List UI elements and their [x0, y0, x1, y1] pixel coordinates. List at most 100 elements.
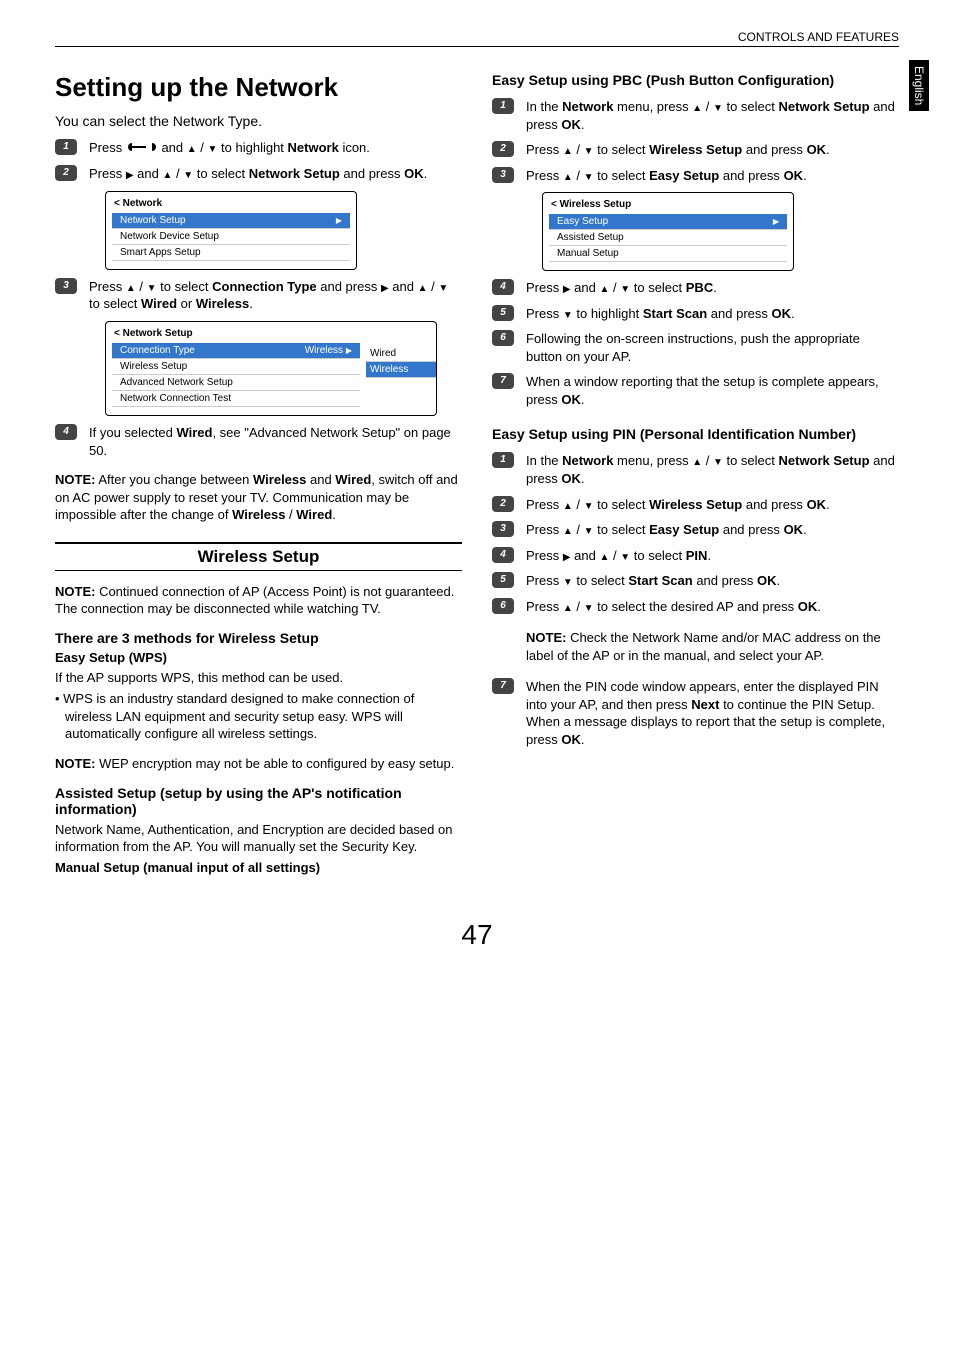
subheading: There are 3 methods for Wireless Setup: [55, 630, 462, 646]
down-arrow-icon: [584, 142, 594, 157]
note-text: NOTE: Continued connection of AP (Access…: [55, 583, 462, 618]
step-text: Following the on-screen instructions, pu…: [526, 330, 899, 365]
menu-row: Assisted Setup: [549, 230, 787, 246]
menu-row: Network Connection Test: [112, 391, 360, 407]
step-badge: 5: [492, 305, 514, 321]
step-text: Press and / to select Network Setup and …: [89, 165, 462, 183]
left-step-3: 3 Press / to select Connection Type and …: [55, 278, 462, 313]
header-section: CONTROLS AND FEATURES: [55, 30, 899, 46]
page-title: Setting up the Network: [55, 72, 462, 103]
step-text: When the PIN code window appears, enter …: [526, 678, 899, 748]
up-arrow-icon: [692, 99, 702, 114]
right-arrow-icon: [126, 166, 134, 181]
menu-option: Wireless: [366, 362, 436, 378]
up-arrow-icon: [563, 497, 573, 512]
up-arrow-icon: [599, 280, 609, 295]
right-step: 7 When a window reporting that the setup…: [492, 373, 899, 408]
right-step: 6 Following the on-screen instructions, …: [492, 330, 899, 365]
up-arrow-icon: [187, 140, 197, 155]
step-badge: 2: [492, 141, 514, 157]
step-badge: 7: [492, 373, 514, 389]
header-divider: [55, 46, 899, 47]
paragraph: If the AP supports WPS, this method can …: [55, 669, 462, 687]
menu-title: < Wireless Setup: [543, 197, 793, 214]
right-column: Easy Setup using PBC (Push Button Config…: [492, 72, 899, 879]
right-arrow-icon: [381, 279, 389, 294]
menu-option: Wired: [366, 346, 436, 362]
menu-row: Easy Setup▶: [549, 214, 787, 230]
step-badge: 1: [55, 139, 77, 155]
page-number: 47: [55, 919, 899, 951]
menu-title: < Network Setup: [106, 326, 366, 343]
menu-row: Network Device Setup: [112, 229, 350, 245]
menu-options: Wired Wireless: [366, 326, 436, 407]
right-step: 4 Press and / to select PIN.: [492, 547, 899, 565]
step-badge: 3: [492, 167, 514, 183]
menu-row: Smart Apps Setup: [112, 245, 350, 261]
bullet-item: • WPS is an industry standard designed t…: [55, 690, 462, 743]
menu-row: Network Setup▶: [112, 213, 350, 229]
step-badge: 4: [492, 279, 514, 295]
down-arrow-icon: [563, 306, 573, 321]
right-step: 5 Press to select Start Scan and press O…: [492, 572, 899, 590]
down-arrow-icon: [208, 140, 218, 155]
down-arrow-icon: [584, 522, 594, 537]
step-badge: 7: [492, 678, 514, 694]
menu-title: < Network: [106, 196, 356, 213]
right-step: 6 Press / to select the desired AP and p…: [492, 598, 899, 616]
step-badge: 6: [492, 598, 514, 614]
note-text: NOTE: After you change between Wireless …: [55, 471, 462, 524]
step-text: Press and / to select PBC.: [526, 279, 899, 297]
right-arrow-icon: [563, 548, 571, 563]
step-badge: 1: [492, 98, 514, 114]
menu-wireless-setup: < Wireless Setup Easy Setup▶ Assisted Se…: [542, 192, 794, 271]
down-arrow-icon: [438, 279, 448, 294]
right-step: 3 Press / to select Easy Setup and press…: [492, 521, 899, 539]
menu-row: Advanced Network Setup: [112, 375, 360, 391]
subheading: Easy Setup (WPS): [55, 650, 462, 665]
intro-text: You can select the Network Type.: [55, 113, 462, 129]
up-arrow-icon: [162, 166, 172, 181]
menu-network-setup: < Network Setup Connection TypeWireless …: [105, 321, 437, 416]
subheading: Assisted Setup (setup by using the AP's …: [55, 785, 462, 817]
step-text: Press to highlight Start Scan and press …: [526, 305, 899, 323]
subheading: Easy Setup using PBC (Push Button Config…: [492, 72, 899, 88]
right-step: 1 In the Network menu, press / to select…: [492, 452, 899, 487]
right-arrow-icon: ▶: [346, 346, 352, 355]
subheading: Easy Setup using PIN (Personal Identific…: [492, 426, 899, 442]
up-arrow-icon: [563, 599, 573, 614]
step-text: Press to select Start Scan and press OK.: [526, 572, 899, 590]
step-badge: 6: [492, 330, 514, 346]
note-text: NOTE: Check the Network Name and/or MAC …: [526, 629, 899, 664]
step-text: When a window reporting that the setup i…: [526, 373, 899, 408]
section-header: Wireless Setup: [55, 542, 462, 571]
paragraph: Network Name, Authentication, and Encryp…: [55, 821, 462, 856]
step-badge: 5: [492, 572, 514, 588]
right-step: 2 Press / to select Wireless Setup and p…: [492, 141, 899, 159]
right-step: 7 When the PIN code window appears, ente…: [492, 678, 899, 748]
down-arrow-icon: [713, 99, 723, 114]
step-badge: 2: [55, 165, 77, 181]
down-arrow-icon: [183, 166, 193, 181]
left-step-4: 4 If you selected Wired, see "Advanced N…: [55, 424, 462, 459]
right-step: 1 In the Network menu, press / to select…: [492, 98, 899, 133]
down-arrow-icon: [147, 279, 157, 294]
step-badge: 3: [492, 521, 514, 537]
down-arrow-icon: [620, 280, 630, 295]
down-arrow-icon: [713, 453, 723, 468]
step-badge: 4: [492, 547, 514, 563]
up-arrow-icon: [126, 279, 136, 294]
down-arrow-icon: [563, 573, 573, 588]
up-arrow-icon: [563, 142, 573, 157]
language-tab: English: [909, 60, 929, 111]
step-text: If you selected Wired, see "Advanced Net…: [89, 424, 462, 459]
step-text: Press and / to select PIN.: [526, 547, 899, 565]
right-arrow-icon: [563, 280, 571, 295]
up-arrow-icon: [599, 548, 609, 563]
left-column: Setting up the Network You can select th…: [55, 72, 462, 879]
right-step: 2 Press / to select Wireless Setup and p…: [492, 496, 899, 514]
remote-key-icon: [126, 140, 158, 158]
step-text: In the Network menu, press / to select N…: [526, 452, 899, 487]
left-step-2: 2 Press and / to select Network Setup an…: [55, 165, 462, 183]
down-arrow-icon: [620, 548, 630, 563]
